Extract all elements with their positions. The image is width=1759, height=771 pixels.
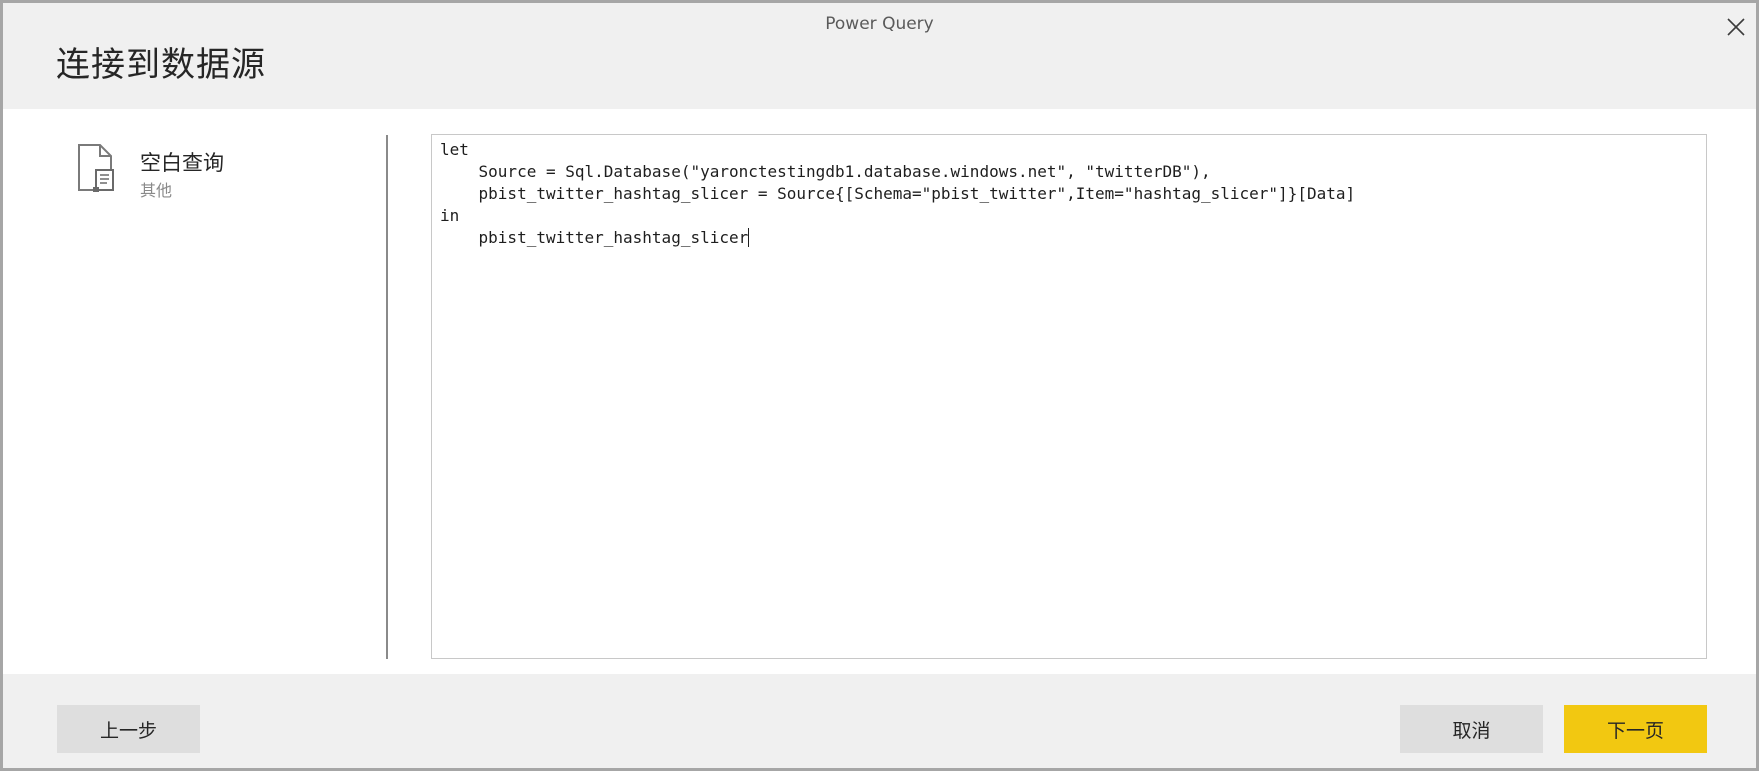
query-editor[interactable]: let Source = Sql.Database("yaronctesting… [431,134,1707,659]
code-line-last: pbist_twitter_hashtag_slicer [440,227,1698,249]
code-line-text: pbist_twitter_hashtag_slicer [440,228,749,247]
dialog-footer: 上一步 取消 下一页 [3,674,1756,768]
blank-document-icon [78,144,114,192]
code-line: let [440,140,469,159]
power-query-dialog: Power Query 连接到数据源 空白查询 其他 let Source = … [0,0,1759,771]
code-line: Source = Sql.Database("yaronctestingdb1.… [440,162,1211,181]
next-button[interactable]: 下一页 [1564,705,1707,753]
code-line: in [440,206,460,225]
dialog-body: 空白查询 其他 let Source = Sql.Database("yaron… [3,109,1756,674]
source-name: 空白查询 [140,151,224,175]
back-button[interactable]: 上一步 [57,705,200,753]
source-category: 其他 [140,181,173,200]
page-title: 连接到数据源 [56,45,266,85]
code-line: pbist_twitter_hashtag_slicer = Source{[S… [440,184,1356,203]
cancel-button[interactable]: 取消 [1400,705,1543,753]
app-title: Power Query [825,14,934,34]
data-source-item[interactable]: 空白查询 其他 [76,143,356,203]
dialog-header: Power Query 连接到数据源 [3,3,1756,109]
text-caret [748,228,750,247]
close-button[interactable] [1722,13,1750,41]
panel-divider [386,135,388,659]
close-icon [1727,18,1745,36]
